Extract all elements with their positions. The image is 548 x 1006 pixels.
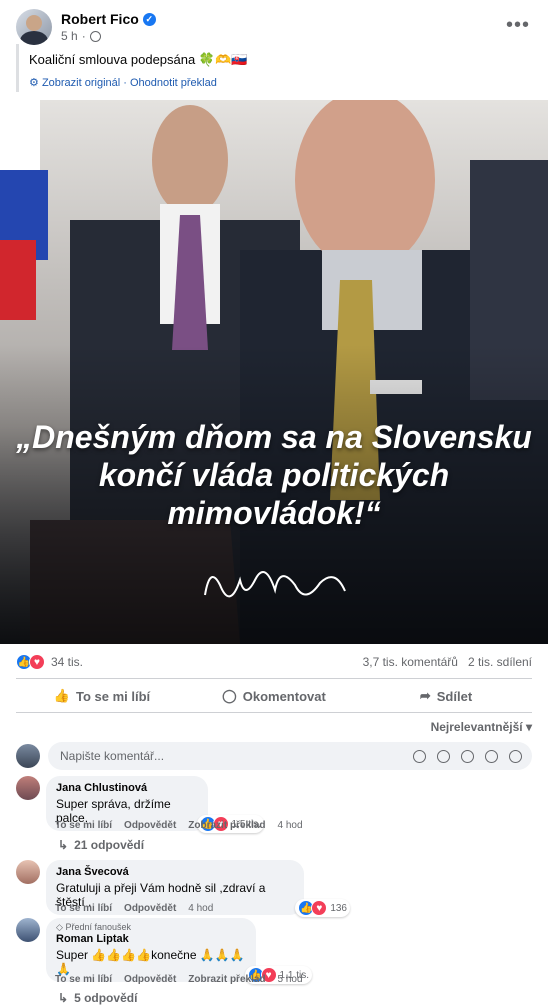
author-name[interactable]: Robert Fico [61,11,139,27]
emoji-icon[interactable] [437,749,450,763]
diamond-icon: ◇ [56,922,63,932]
post-image[interactable]: „Dnešným dňom sa na Slovensku končí vlád… [0,100,548,644]
commenter-avatar[interactable] [16,860,40,884]
replies-count: 5 odpovědí [74,991,138,1005]
commenter-avatar[interactable] [16,918,40,942]
post-stats: 👍 ♥ 34 tis. 3,7 tis. komentářů 2 tis. sd… [16,652,532,672]
share-icon: ➦ [419,688,431,703]
avatar-sticker-icon[interactable] [413,749,426,763]
gear-icon: ⚙ [29,77,39,89]
comment-actions: To se mi líbí Odpovědět Zobrazit překlad… [55,974,303,985]
comment-bubble: ◇ Přední fanoušek Roman Liptak Super 👍👍👍… [46,918,312,984]
reaction-count[interactable]: 34 tis. [51,655,83,669]
comment-composer: Napište komentář... [16,742,532,770]
user-avatar[interactable] [16,744,40,768]
commenter-name[interactable]: Roman Liptak [56,933,246,945]
view-replies[interactable]: ↳ 5 odpovědí [58,991,137,1005]
image-quote: „Dnešným dňom sa na Slovensku končí vlád… [16,419,532,531]
top-fan-label: Přední fanoušek [65,922,131,932]
comment-reply-link[interactable]: Odpovědět [124,903,176,914]
comment-icon: ◯ [222,688,237,703]
view-replies[interactable]: ↳ 21 odpovědí [58,838,144,852]
photo-illustration [0,100,548,644]
commenter-name[interactable]: Jana Chlustinová [56,782,198,794]
see-original-link[interactable]: Zobrazit originál [42,77,120,89]
post-text-block: Koaliční smlouva podepsána 🍀🫶🇸🇰 ⚙ Zobraz… [16,44,526,92]
comment-reply-link[interactable]: Odpovědět [124,820,176,831]
love-reaction-icon: ♥ [29,654,45,670]
comment-actions: To se mi líbí Odpovědět 4 hod [55,903,213,914]
love-reaction-icon: ♥ [311,900,328,916]
reply-arrow-icon: ↳ [58,991,69,1005]
author-avatar[interactable] [16,9,52,45]
comment-time[interactable]: 4 hod [278,820,303,831]
share-label: Sdílet [436,688,473,704]
like-button[interactable]: 👍 To se mi líbí [16,680,188,712]
show-translation-link[interactable]: Zobrazit překlad [188,820,265,831]
comment-like-link[interactable]: To se mi líbí [55,903,112,914]
comment-item: ◇ Přední fanoušek Roman Liptak Super 👍👍👍… [16,918,312,984]
comment-button[interactable]: ◯ Okomentovat [188,680,360,712]
divider [16,678,532,679]
post-card: Robert Fico ✓ 5 h · ••• Koaliční smlouva… [0,0,548,1006]
comment-label: Okomentovat [242,688,326,704]
commenter-avatar[interactable] [16,776,40,800]
comment-input[interactable]: Napište komentář... [48,742,532,770]
sort-label: Nejrelevantnější [430,720,523,734]
camera-icon[interactable] [461,749,474,763]
like-label: To se mi líbí [76,688,151,704]
replies-count: 21 odpovědí [74,838,145,852]
comment-time[interactable]: 4 hod [188,903,213,914]
translation-links: ⚙ Zobrazit originál · Ohodnotit překlad [29,76,526,89]
share-button[interactable]: ➦ Sdílet [360,680,532,712]
comment-count[interactable]: 3,7 tis. komentářů [363,655,458,669]
rate-translation-link[interactable]: Ohodnotit překlad [130,77,217,89]
sticker-icon[interactable] [509,749,522,763]
dot-separator: · [81,29,86,43]
comment-reply-link[interactable]: Odpovědět [124,974,176,985]
top-fan-badge: ◇ Přední fanoušek [56,922,246,933]
gif-icon[interactable] [485,749,498,763]
thumbs-up-icon: 👍 [53,688,70,703]
comment-reaction-count: 136 [330,902,347,914]
post-header: Robert Fico ✓ 5 h · ••• [16,9,536,45]
commenter-name[interactable]: Jana Švecová [56,866,294,878]
chevron-down-icon: ▾ [525,720,532,734]
comment-time[interactable]: 5 hod [278,974,303,985]
post-time[interactable]: 5 h [61,29,78,43]
share-count[interactable]: 2 tis. sdílení [468,655,532,669]
comment-text: Super 👍👍👍👍konečne 🙏🙏🙏🙏 [56,948,245,976]
globe-icon [89,30,101,42]
comment-like-link[interactable]: To se mi líbí [55,820,112,831]
separator: · [123,77,127,89]
comment-reactions[interactable]: 👍 ♥ 136 [295,899,350,917]
comment-actions: To se mi líbí Odpovědět Zobrazit překlad… [55,820,303,831]
divider [16,712,532,713]
post-text: Koaliční smlouva podepsána 🍀🫶🇸🇰 [29,52,248,67]
more-options-icon[interactable]: ••• [506,14,530,37]
sort-dropdown[interactable]: Nejrelevantnější ▾ [431,720,532,734]
reply-arrow-icon: ↳ [58,838,69,852]
show-translation-link[interactable]: Zobrazit překlad [188,974,265,985]
reaction-icons[interactable]: 👍 ♥ [16,654,45,670]
comment-like-link[interactable]: To se mi líbí [55,974,112,985]
post-actions: 👍 To se mi líbí ◯ Okomentovat ➦ Sdílet [16,680,532,712]
verified-badge-icon: ✓ [142,12,156,26]
comment-placeholder: Napište komentář... [60,749,165,763]
